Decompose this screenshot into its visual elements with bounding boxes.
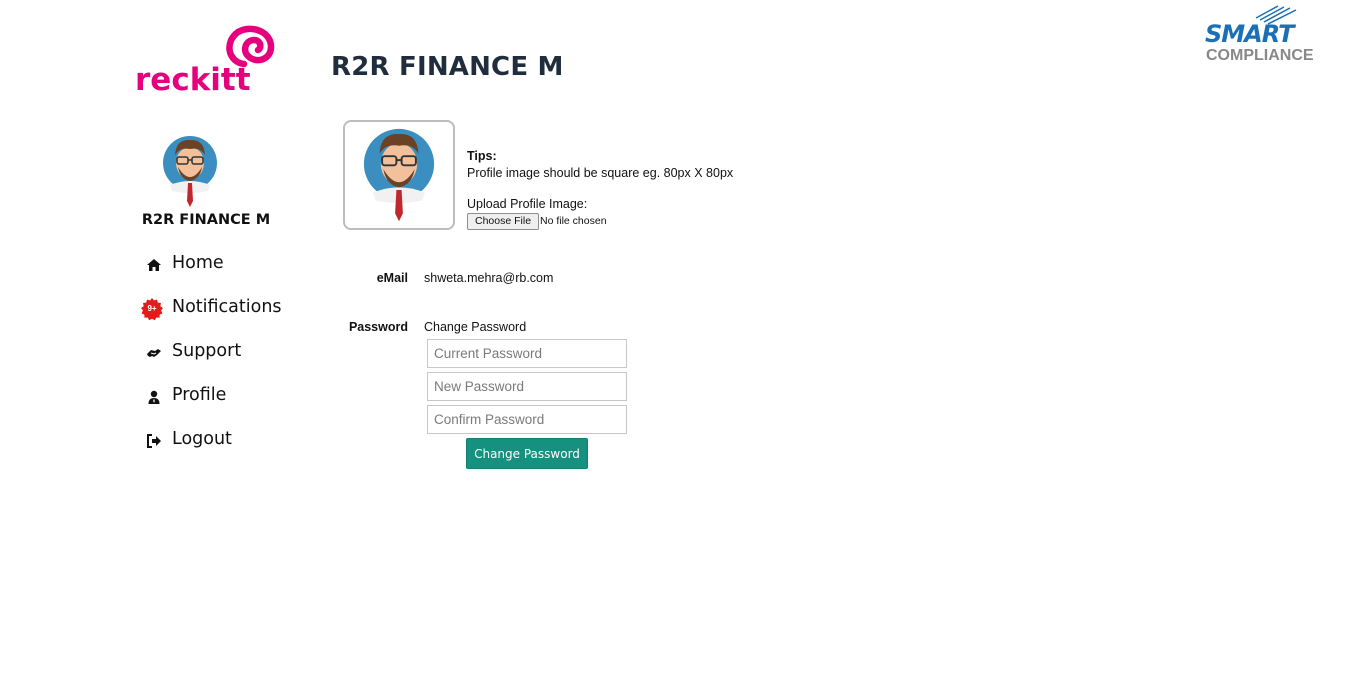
sidebar-item-logout[interactable]: Logout bbox=[130, 426, 310, 456]
upload-profile-image-label: Upload Profile Image: bbox=[467, 197, 588, 211]
notification-badge-icon: 9+ bbox=[140, 297, 164, 321]
current-password-input[interactable] bbox=[427, 339, 627, 368]
user-icon bbox=[146, 389, 162, 405]
change-password-title: Change Password bbox=[424, 320, 527, 334]
home-icon bbox=[146, 257, 162, 273]
profile-avatar bbox=[363, 128, 435, 222]
choose-file-button[interactable]: Choose File bbox=[467, 213, 540, 230]
sidebar-item-label: Notifications bbox=[172, 297, 282, 317]
page-title: R2R FINANCE M bbox=[331, 52, 564, 82]
sidebar-item-label: Support bbox=[172, 341, 242, 361]
sidebar-username: R2R FINANCE M bbox=[141, 212, 271, 228]
logout-icon bbox=[146, 433, 162, 449]
notification-count: 9+ bbox=[147, 304, 157, 313]
reckitt-logo: reckitt bbox=[134, 22, 276, 98]
no-file-chosen-text: No file chosen bbox=[540, 215, 607, 227]
sidebar-item-label: Home bbox=[172, 253, 224, 273]
sidebar-item-notifications[interactable]: 9+ Notifications bbox=[130, 294, 310, 324]
svg-text:COMPLIANCE: COMPLIANCE bbox=[1206, 47, 1314, 64]
confirm-password-input[interactable] bbox=[427, 405, 627, 434]
email-label: eMail bbox=[376, 271, 408, 285]
sidebar-item-home[interactable]: Home bbox=[130, 250, 310, 280]
profile-image-preview bbox=[343, 120, 455, 230]
smart-compliance-logo: SMART COMPLIANCE bbox=[1204, 4, 1314, 66]
password-label: Password bbox=[348, 320, 408, 334]
change-password-button[interactable]: Change Password bbox=[466, 438, 588, 469]
tips-text: Profile image should be square eg. 80px … bbox=[467, 166, 734, 180]
sidebar-item-label: Profile bbox=[172, 385, 227, 405]
sidebar-avatar bbox=[160, 133, 220, 213]
sidebar-item-label: Logout bbox=[172, 429, 232, 449]
sidebar-item-profile[interactable]: Profile bbox=[130, 382, 310, 412]
svg-text:reckitt: reckitt bbox=[135, 62, 251, 96]
sidebar-item-support[interactable]: Support bbox=[130, 338, 310, 368]
handshake-icon bbox=[146, 345, 162, 361]
new-password-input[interactable] bbox=[427, 372, 627, 401]
tips-title: Tips: bbox=[467, 149, 497, 163]
email-value: shweta.mehra@rb.com bbox=[424, 271, 554, 285]
svg-text:SMART: SMART bbox=[1205, 20, 1296, 48]
